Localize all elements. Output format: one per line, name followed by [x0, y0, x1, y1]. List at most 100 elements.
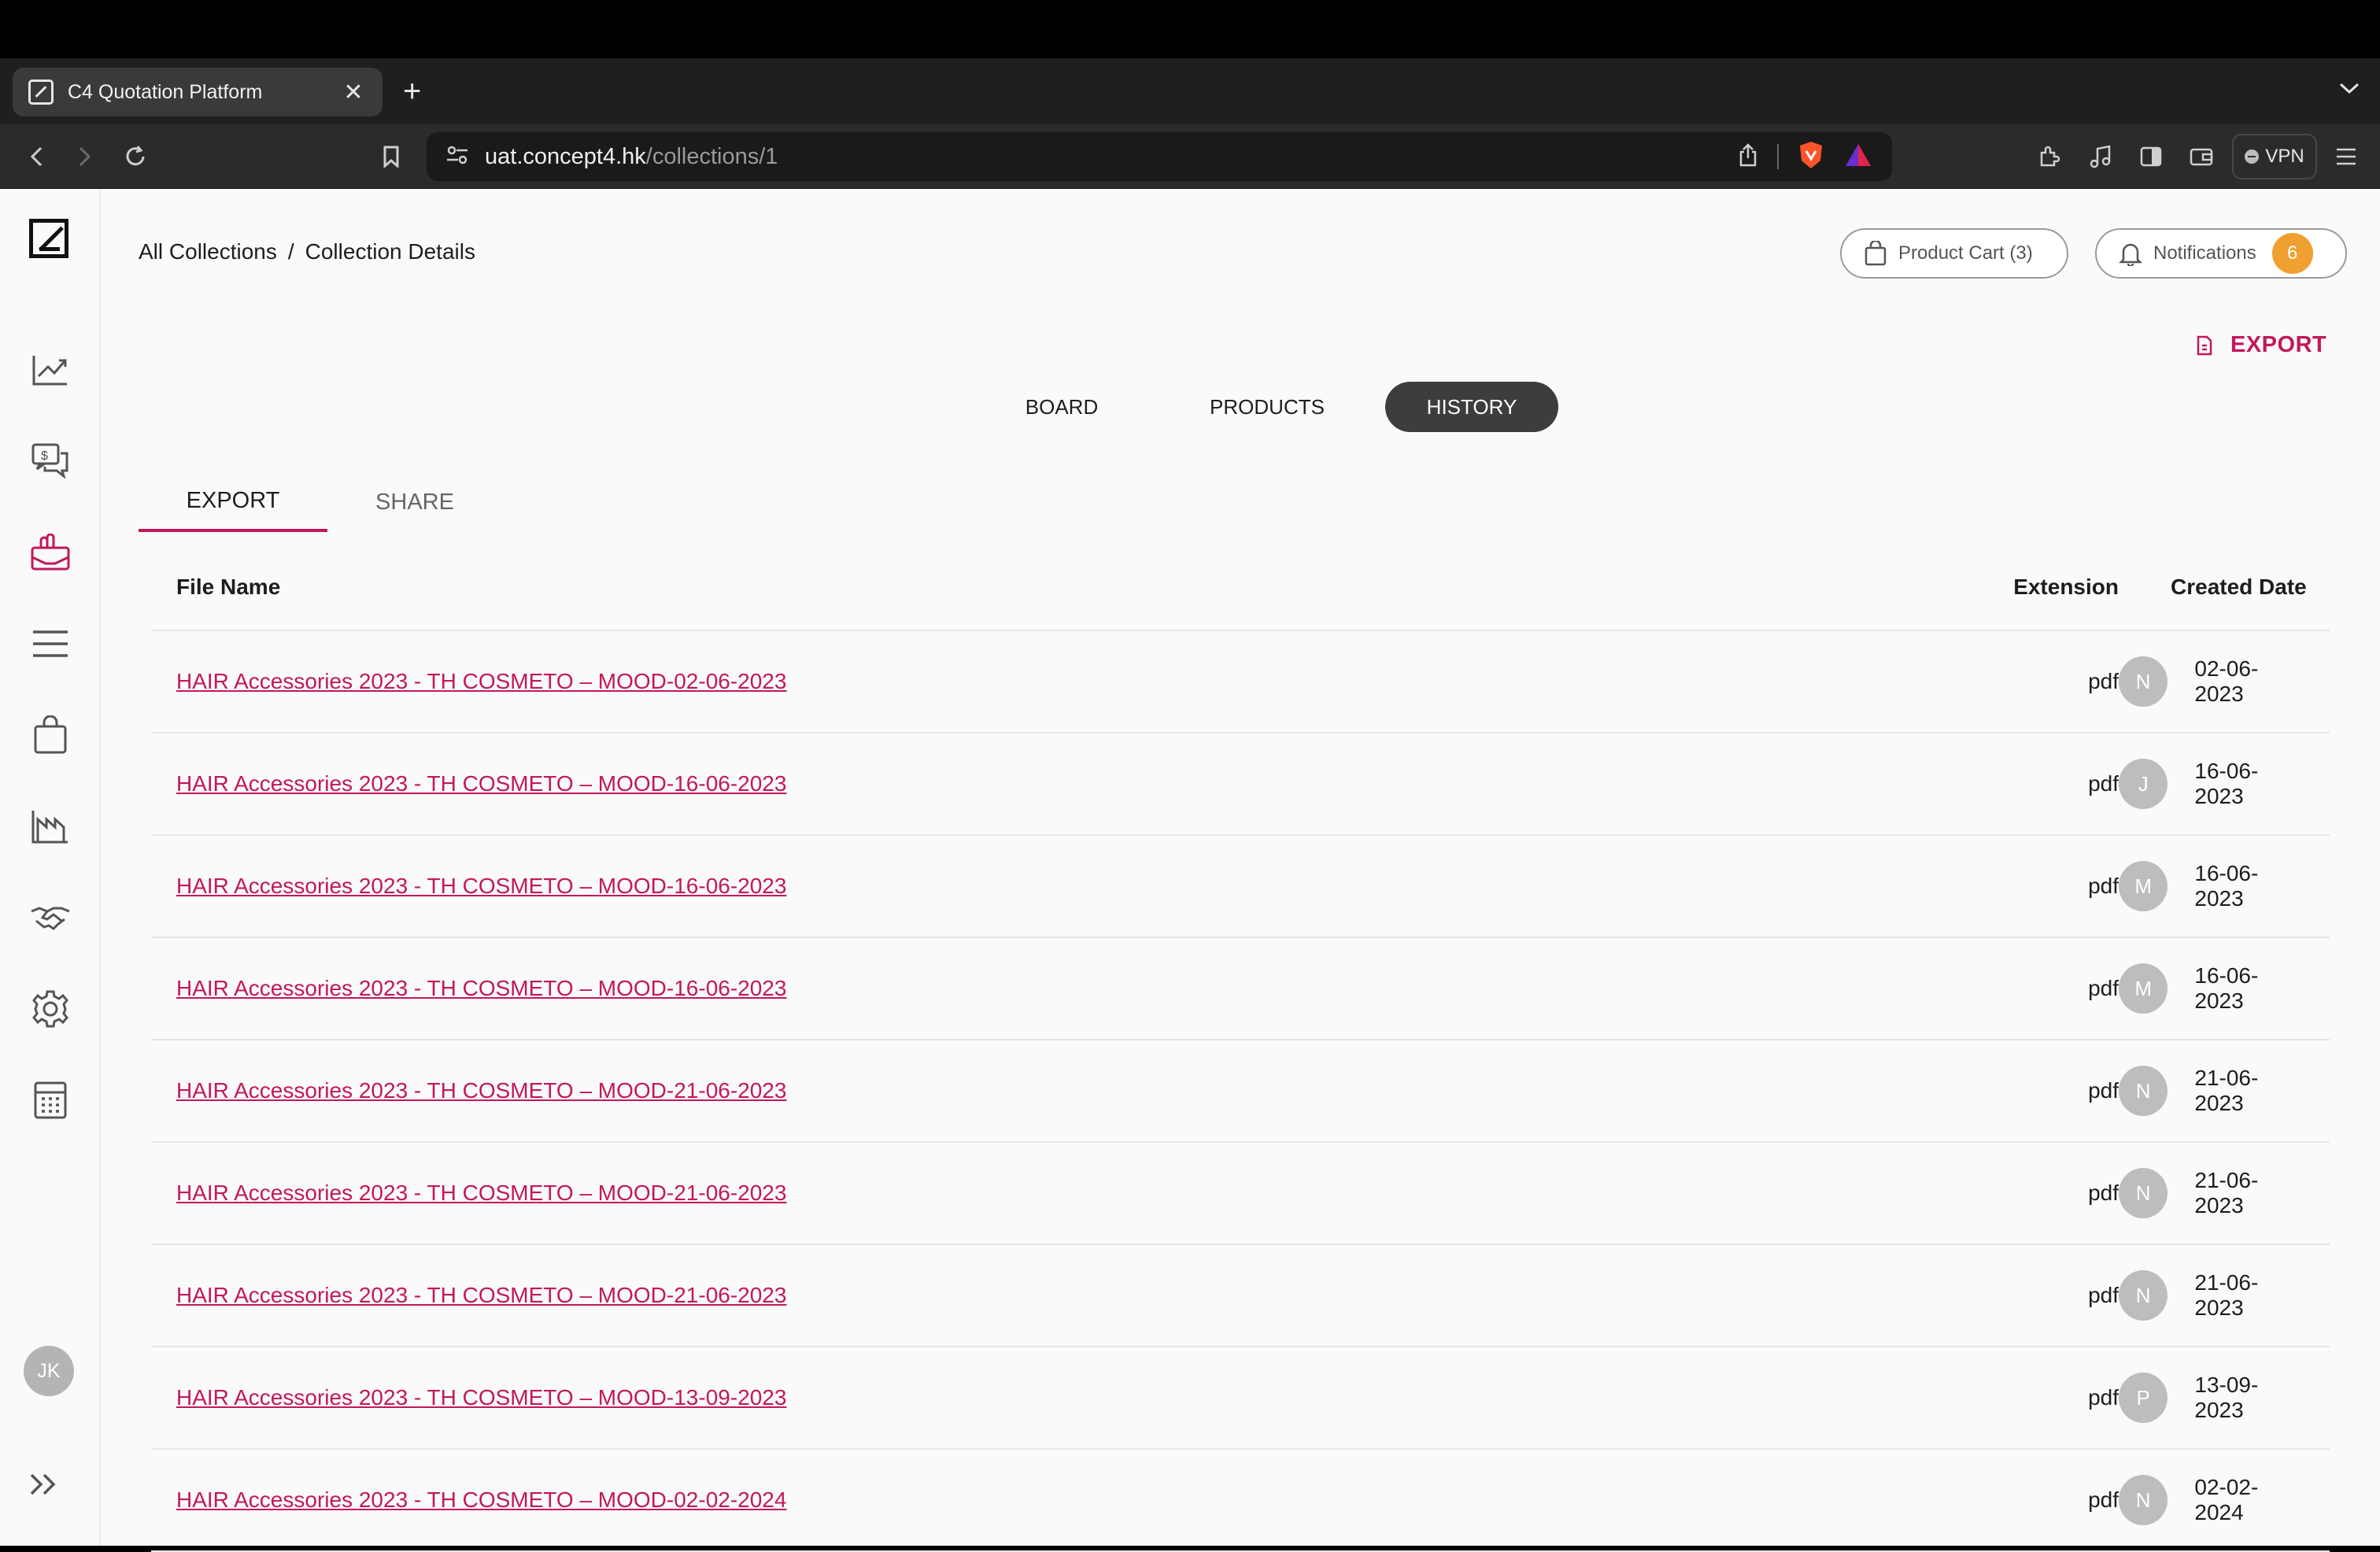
extension-cell: pdf: [2088, 976, 2119, 1000]
user-avatar: M: [2119, 861, 2168, 911]
user-avatar: J: [2119, 759, 2168, 809]
file-link[interactable]: HAIR Accessories 2023 - TH COSMETO – MOO…: [176, 1078, 786, 1103]
export-history-table: File Name Extension Created Date HAIR Ac…: [151, 545, 2330, 1552]
url-divider: [1777, 144, 1779, 169]
notifications-button[interactable]: Notifications 6: [2095, 228, 2347, 279]
user-avatar: N: [2119, 1270, 2168, 1321]
site-settings-icon[interactable]: [445, 145, 469, 169]
url-host: uat.concept4.hk: [485, 143, 646, 169]
extension-cell: pdf: [2088, 669, 2119, 693]
vpn-button[interactable]: VPN: [2232, 134, 2317, 179]
user-avatar[interactable]: JK: [24, 1346, 74, 1396]
created-date: 02-06-2023: [2194, 656, 2259, 706]
sidebar-item-settings[interactable]: [27, 985, 74, 1033]
os-menu-bar: [0, 0, 2380, 58]
created-date: 21-06-2023: [2194, 1270, 2259, 1320]
file-link[interactable]: HAIR Accessories 2023 - TH COSMETO – MOO…: [176, 1487, 786, 1512]
breadcrumb-separator: /: [287, 239, 294, 264]
sidebar-toggle-icon[interactable]: [2138, 124, 2164, 189]
sidebar-item-list[interactable]: [27, 620, 74, 667]
address-bar[interactable]: uat.concept4.hk/collections/1: [427, 132, 1892, 181]
sidebar-item-quotations[interactable]: $: [27, 437, 74, 484]
wallet-icon[interactable]: [2188, 124, 2215, 189]
created-date: 13-09-2023: [2194, 1373, 2259, 1422]
svg-text:$: $: [41, 449, 48, 463]
app-root: $ JK All Collections / Collection Detail…: [0, 189, 2380, 1552]
file-name-cell: HAIR Accessories 2023 - TH COSMETO – MOO…: [151, 874, 1977, 899]
reload-icon[interactable]: [120, 124, 151, 189]
file-link[interactable]: HAIR Accessories 2023 - TH COSMETO – MOO…: [176, 1181, 786, 1205]
browser-tab[interactable]: C4 Quotation Platform ✕: [13, 68, 382, 116]
c4-logo-icon[interactable]: [29, 219, 68, 258]
sidebar-item-calculator[interactable]: [27, 1077, 74, 1124]
export-label: EXPORT: [2230, 332, 2327, 357]
product-cart-label: Product Cart (3): [1898, 242, 2033, 264]
created-date-cell: N 21-06-2023: [2119, 1270, 2330, 1321]
table-row: HAIR Accessories 2023 - TH COSMETO – MOO…: [151, 1450, 2330, 1552]
file-link[interactable]: HAIR Accessories 2023 - TH COSMETO – MOO…: [176, 874, 786, 898]
file-link[interactable]: HAIR Accessories 2023 - TH COSMETO – MOO…: [176, 1283, 786, 1307]
column-extension[interactable]: Extension: [1977, 575, 2119, 600]
user-avatar: N: [2119, 656, 2168, 707]
extensions-icon[interactable]: [2035, 124, 2062, 189]
forward-icon[interactable]: [71, 124, 99, 189]
extension-cell: pdf: [2088, 1385, 2119, 1410]
export-button[interactable]: EXPORT: [2196, 332, 2326, 358]
extension-cell: pdf: [2088, 874, 2119, 898]
tab-board[interactable]: BOARD: [959, 382, 1165, 432]
created-date-cell: N 21-06-2023: [2119, 1066, 2330, 1116]
breadcrumb-current: Collection Details: [305, 239, 475, 264]
gear-icon: [32, 990, 68, 1028]
url-path: /collections/1: [645, 143, 778, 169]
menu-icon: [33, 630, 68, 657]
created-date: 16-06-2023: [2194, 759, 2259, 808]
product-cart-button[interactable]: Product Cart (3): [1840, 228, 2068, 279]
history-subtabs: EXPORT SHARE: [139, 472, 502, 532]
table-header: File Name Extension Created Date: [151, 545, 2330, 631]
tab-products[interactable]: PRODUCTS: [1165, 382, 1369, 432]
file-name-cell: HAIR Accessories 2023 - TH COSMETO – MOO…: [151, 1181, 1977, 1206]
extension-cell: pdf: [2088, 771, 2119, 796]
table-row: HAIR Accessories 2023 - TH COSMETO – MOO…: [151, 631, 2330, 734]
subtab-export[interactable]: EXPORT: [139, 472, 327, 532]
file-name-cell: HAIR Accessories 2023 - TH COSMETO – MOO…: [151, 976, 1977, 1001]
new-tab-icon[interactable]: +: [403, 76, 421, 107]
factory-icon: [31, 811, 68, 844]
brave-rewards-icon[interactable]: [1843, 142, 1873, 172]
extension-cell: pdf: [2088, 1181, 2119, 1205]
column-file-name[interactable]: File Name: [151, 575, 1977, 600]
created-date-cell: P 13-09-2023: [2119, 1373, 2330, 1423]
share-icon[interactable]: [1738, 142, 1758, 172]
media-icon[interactable]: [2087, 124, 2114, 189]
column-created-date[interactable]: Created Date: [2119, 575, 2330, 600]
sidebar-item-partners[interactable]: [27, 894, 74, 941]
expand-sidebar-icon[interactable]: [28, 1472, 60, 1501]
table-row: HAIR Accessories 2023 - TH COSMETO – MOO…: [151, 734, 2330, 836]
chevron-down-icon[interactable]: [2339, 76, 2360, 100]
created-date-cell: N 02-06-2023: [2119, 656, 2330, 707]
back-icon[interactable]: [22, 124, 50, 189]
sidebar-item-collections[interactable]: [27, 529, 74, 576]
close-icon[interactable]: ✕: [340, 79, 367, 106]
file-link[interactable]: HAIR Accessories 2023 - TH COSMETO – MOO…: [176, 771, 786, 796]
sidebar-item-dashboard[interactable]: [27, 346, 74, 394]
created-date: 16-06-2023: [2194, 861, 2259, 911]
file-link[interactable]: HAIR Accessories 2023 - TH COSMETO – MOO…: [176, 976, 786, 1000]
url-text: uat.concept4.hk/collections/1: [485, 144, 778, 170]
shopping-bag-icon: [1864, 241, 1887, 266]
file-link[interactable]: HAIR Accessories 2023 - TH COSMETO – MOO…: [176, 1385, 786, 1410]
subtab-share[interactable]: SHARE: [327, 472, 502, 532]
created-date: 02-02-2024: [2194, 1475, 2259, 1524]
table-row: HAIR Accessories 2023 - TH COSMETO – MOO…: [151, 1143, 2330, 1245]
breadcrumb-all-collections[interactable]: All Collections: [139, 239, 277, 264]
browser-menu-icon[interactable]: [2333, 124, 2360, 189]
sidebar-item-factories[interactable]: [27, 803, 74, 850]
bookmark-icon[interactable]: [379, 124, 403, 189]
created-date: 16-06-2023: [2194, 963, 2259, 1013]
file-link[interactable]: HAIR Accessories 2023 - TH COSMETO – MOO…: [176, 669, 786, 693]
brave-shield-icon[interactable]: [1798, 140, 1824, 174]
table-body: HAIR Accessories 2023 - TH COSMETO – MOO…: [151, 631, 2330, 1552]
notifications-badge: 6: [2271, 233, 2313, 274]
tab-history[interactable]: HISTORY: [1385, 382, 1558, 432]
sidebar-item-products[interactable]: [27, 711, 74, 759]
